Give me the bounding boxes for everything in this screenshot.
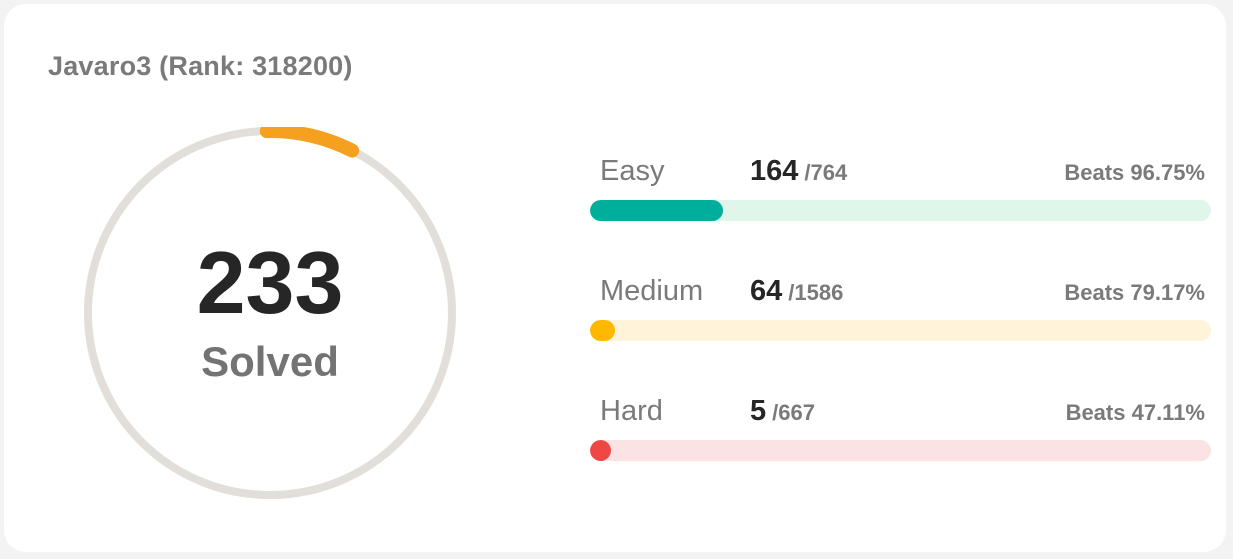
difficulty-solved: 5 xyxy=(750,395,767,427)
difficulty-name: Easy xyxy=(600,155,665,187)
profile-title: Javaro3 (Rank: 318200) xyxy=(48,51,353,81)
difficulty-total: /1586 xyxy=(788,280,844,305)
difficulty-beats: Beats 96.75% xyxy=(1064,160,1205,185)
difficulty-solved: 164 xyxy=(750,155,799,187)
difficulty-beats: Beats 79.17% xyxy=(1064,280,1205,305)
difficulty-count: 5/667 xyxy=(750,394,815,433)
progress-track xyxy=(590,320,1211,341)
difficulty-total: /764 xyxy=(804,160,848,185)
difficulty-row-hard: Hard 5/667 Beats 47.11% xyxy=(590,394,1211,464)
difficulty-count: 164/764 xyxy=(750,154,847,193)
difficulty-count: 64/1586 xyxy=(750,274,843,313)
progress-track xyxy=(590,200,1211,221)
progress-track xyxy=(590,440,1211,461)
progress-fill xyxy=(590,320,615,341)
difficulty-solved: 64 xyxy=(750,275,783,307)
progress-fill xyxy=(590,440,611,461)
difficulty-row-easy: Easy 164/764 Beats 96.75% xyxy=(590,154,1211,224)
difficulty-total: /667 xyxy=(772,400,815,425)
solved-count: 233 xyxy=(196,233,344,332)
difficulty-name: Hard xyxy=(600,395,663,427)
difficulty-name: Medium xyxy=(600,275,704,307)
solved-label: Solved xyxy=(201,338,339,385)
difficulty-beats: Beats 47.11% xyxy=(1065,400,1205,425)
stats-card: Javaro3 (Rank: 318200) 233 Solved Easy 1… xyxy=(4,4,1226,552)
difficulty-row-medium: Medium 64/1586 Beats 79.17% xyxy=(590,274,1211,344)
progress-fill xyxy=(590,200,723,221)
solved-ring: 233 Solved xyxy=(84,127,456,499)
